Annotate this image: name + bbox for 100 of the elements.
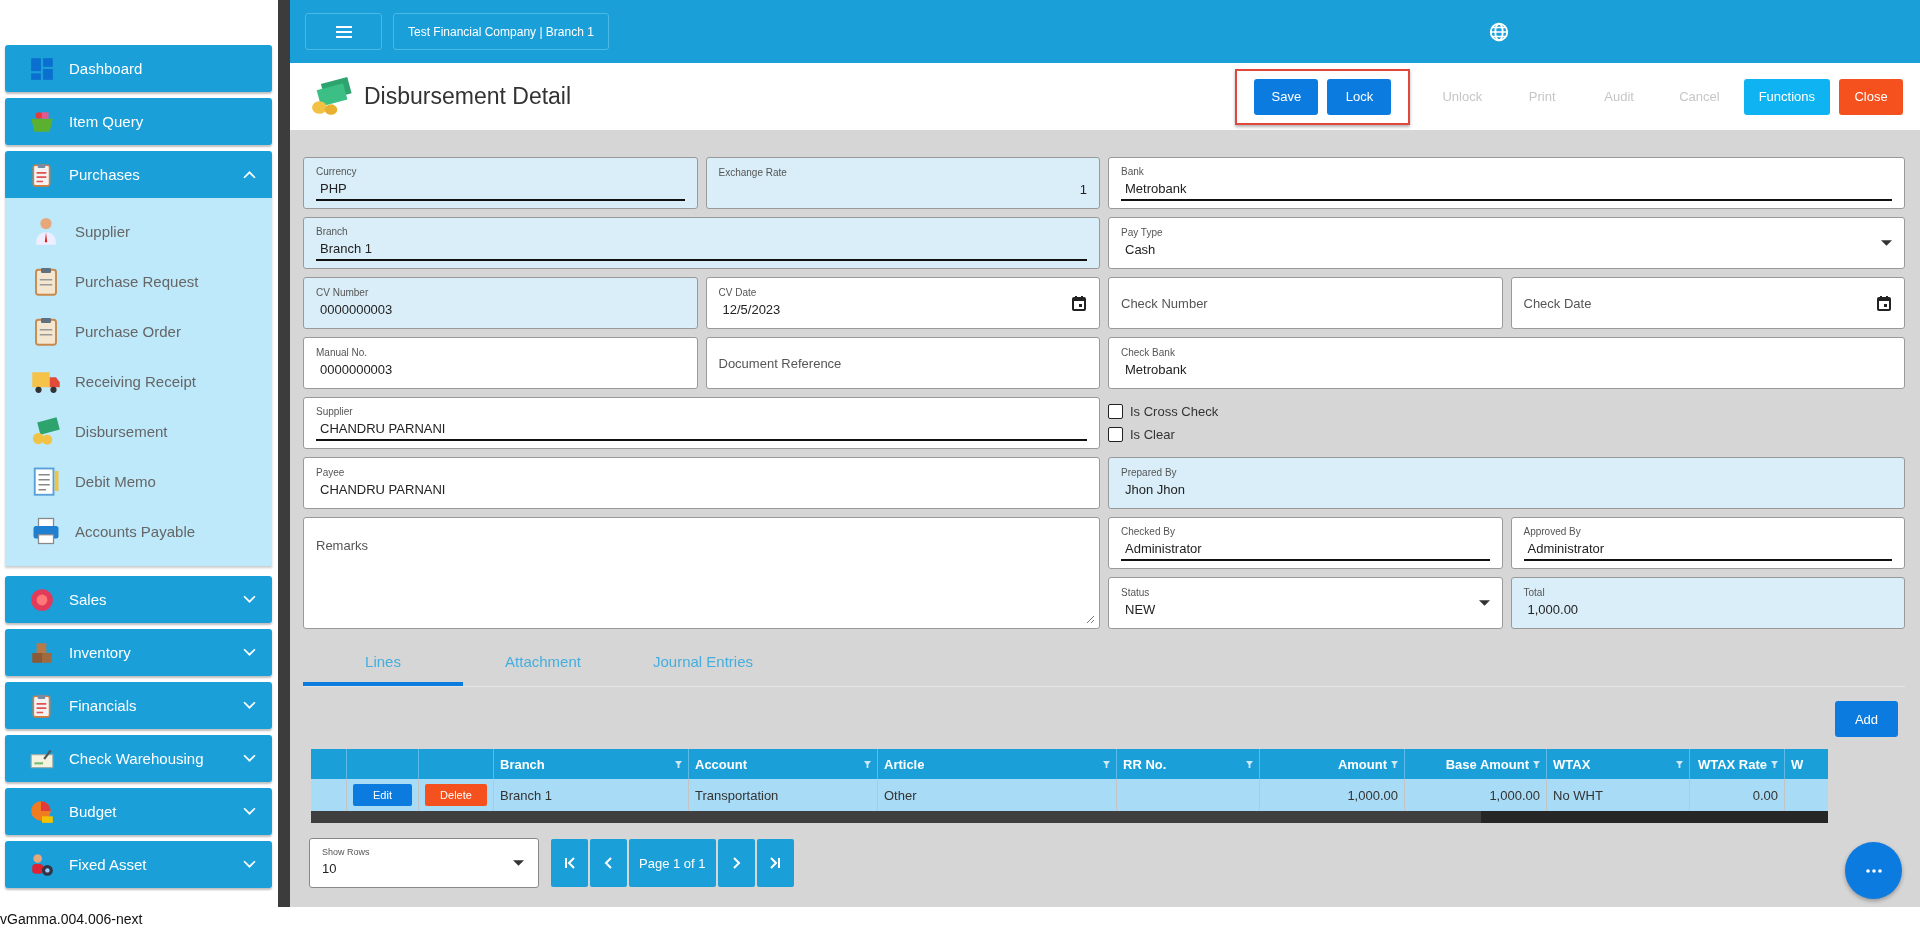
gear-icon — [29, 851, 55, 878]
checkbox[interactable] — [1108, 427, 1123, 442]
chevron-down-icon — [243, 754, 256, 763]
number-field[interactable]: Exchange Rate 1 — [705, 157, 1100, 209]
filter-icon[interactable] — [1533, 760, 1540, 768]
column-header[interactable]: Account — [689, 749, 878, 779]
money-icon — [310, 75, 352, 118]
submenu-item[interactable]: Supplier — [5, 206, 272, 256]
last-page-button[interactable] — [756, 839, 794, 887]
field-value: 0000000003 — [319, 301, 394, 319]
action-button[interactable]: Save — [1254, 78, 1319, 115]
field-label: Status — [1121, 586, 1151, 598]
sidebar-label: Dashboard — [69, 60, 144, 77]
dropdown-field[interactable]: Pay Type Cash — [1108, 217, 1905, 269]
text-field[interactable]: Supplier CHANDRU PARNANI — [303, 397, 1100, 449]
submenu-item[interactable]: Debit Memo — [5, 456, 272, 506]
field-label: Prepared By — [1121, 466, 1178, 478]
field-value: Cash — [1124, 241, 1157, 259]
first-page-button[interactable] — [551, 839, 588, 887]
delete-button[interactable]: Delete — [425, 784, 487, 806]
submenu-label: Debit Memo — [75, 472, 156, 490]
filter-icon[interactable] — [1391, 760, 1398, 768]
globe-icon[interactable] — [1488, 20, 1510, 43]
show-rows-dropdown[interactable]: Show Rows 10 — [309, 838, 539, 888]
chevron-down-icon — [243, 807, 256, 816]
remarks-area[interactable]: Remarks — [303, 517, 1100, 629]
sidebar-label: Budget — [69, 803, 118, 820]
last-page-icon — [769, 857, 781, 869]
sidebar-item[interactable]: Financials — [5, 682, 272, 729]
date-field[interactable]: CV Date 12/5/2023 — [705, 277, 1100, 329]
submenu-item[interactable]: Accounts Payable — [5, 506, 272, 556]
date-field[interactable]: Check Date — [1510, 277, 1905, 329]
action-button[interactable]: Lock — [1327, 78, 1392, 115]
sidebar-item[interactable]: Purchases — [5, 151, 272, 198]
filter-icon[interactable] — [1771, 760, 1778, 768]
field-value: Administrator — [1124, 540, 1203, 558]
page-indicator: Page 1 of 1 — [629, 839, 716, 887]
company-button[interactable]: Test Financial Company | Branch 1 — [393, 13, 609, 50]
sidebar-item[interactable]: Sales — [5, 576, 272, 623]
pie-icon — [29, 798, 55, 825]
filter-icon[interactable] — [1676, 760, 1683, 768]
text-field[interactable]: Total 1,000.00 — [1510, 577, 1905, 629]
text-field[interactable]: Currency PHP — [303, 157, 698, 209]
column-header[interactable]: W — [1785, 749, 1828, 779]
text-field[interactable]: Approved By Administrator — [1510, 517, 1905, 569]
text-field[interactable]: Document Reference — [705, 337, 1100, 389]
calendar-icon[interactable] — [1071, 295, 1087, 311]
column-header[interactable]: WTAX Rate — [1690, 749, 1785, 779]
column-header[interactable]: RR No. — [1117, 749, 1260, 779]
text-field[interactable]: Checked By Administrator — [1108, 517, 1503, 569]
text-field[interactable]: Branch Branch 1 — [303, 217, 1100, 269]
field-value: NEW — [1124, 601, 1157, 619]
add-button[interactable]: Add — [1835, 701, 1898, 737]
filter-icon[interactable] — [1103, 760, 1110, 768]
sidebar-item[interactable]: Item Query — [5, 98, 272, 145]
column-title: WTAX Rate — [1696, 756, 1767, 772]
text-field[interactable]: Check Number — [1108, 277, 1503, 329]
text-field[interactable]: Payee CHANDRU PARNANI — [303, 457, 1100, 509]
previous-page-button[interactable] — [590, 839, 627, 887]
field-label: Approved By — [1523, 525, 1582, 537]
column-title: W — [1791, 756, 1805, 772]
sidebar-item[interactable]: Dashboard — [5, 45, 272, 92]
field-label: Pay Type — [1121, 226, 1164, 238]
text-field[interactable]: Manual No. 0000000003 — [303, 337, 698, 389]
more-button[interactable] — [1845, 842, 1902, 899]
menu-button[interactable] — [305, 13, 382, 50]
column-header[interactable]: Amount — [1260, 749, 1405, 779]
next-page-button[interactable] — [717, 839, 755, 887]
filter-icon[interactable] — [864, 760, 871, 768]
sidebar-item[interactable]: Fixed Asset — [5, 841, 272, 888]
submenu-item[interactable]: Purchase Request — [5, 256, 272, 306]
filter-icon[interactable] — [675, 760, 682, 768]
column-header[interactable]: WTAX — [1547, 749, 1690, 779]
column-header[interactable]: Base Amount — [1405, 749, 1547, 779]
resize-grip-icon[interactable] — [1086, 615, 1094, 623]
field-label: CV Date — [718, 286, 758, 298]
submenu-item[interactable]: Purchase Order — [5, 306, 272, 356]
field-value: 1,000.00 — [1526, 601, 1580, 619]
sidebar-label: Purchases — [69, 166, 141, 183]
calendar-icon[interactable] — [1876, 295, 1892, 311]
horizontal-scrollbar[interactable] — [311, 811, 1828, 823]
column-header[interactable]: Article — [878, 749, 1117, 779]
submenu-item[interactable]: Receiving Receipt — [5, 356, 272, 406]
sidebar-label: Fixed Asset — [69, 856, 148, 873]
filter-icon[interactable] — [1246, 760, 1253, 768]
submenu-item[interactable]: Disbursement — [5, 406, 272, 456]
checkbox[interactable] — [1108, 404, 1123, 419]
text-field[interactable]: Bank Metrobank — [1108, 157, 1905, 209]
text-field[interactable]: CV Number 0000000003 — [303, 277, 698, 329]
text-field[interactable]: Prepared By Jhon Jhon — [1108, 457, 1905, 509]
action-button[interactable]: Functions — [1743, 78, 1830, 115]
edit-button[interactable]: Edit — [353, 784, 412, 806]
action-button[interactable]: Close — [1839, 78, 1903, 115]
sidebar-item[interactable]: Budget — [5, 788, 272, 835]
sidebar-item[interactable]: Inventory — [5, 629, 272, 676]
dropdown-field[interactable]: Status NEW — [1108, 577, 1503, 629]
text-field[interactable]: Check Bank Metrobank — [1108, 337, 1905, 389]
sidebar-item[interactable]: Check Warehousing — [5, 735, 272, 782]
page-title: Disbursement Detail — [364, 83, 572, 110]
column-header[interactable]: Branch — [494, 749, 689, 779]
